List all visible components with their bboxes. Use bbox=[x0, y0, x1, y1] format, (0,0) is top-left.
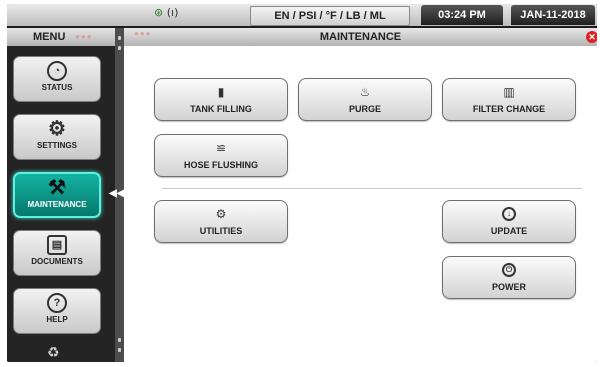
device-screen: ⊛ (ı) EN / PSI / °F / LB / ML 03:24 PM J… bbox=[7, 4, 597, 362]
button-label: TANK FILLING bbox=[190, 104, 252, 114]
status-bar: ⊛ (ı) EN / PSI / °F / LB / ML 03:24 PM J… bbox=[7, 4, 597, 26]
button-label: UPDATE bbox=[490, 226, 528, 236]
filter-change-button[interactable]: ▥ FILTER CHANGE bbox=[442, 78, 576, 121]
button-label: UTILITIES bbox=[199, 226, 243, 236]
button-label: PURGE bbox=[348, 104, 381, 114]
tank-icon: ▮ bbox=[217, 85, 225, 99]
gear-icon: ⚙ bbox=[48, 118, 66, 140]
sidebar-item-maintenance[interactable]: ⚒ MAINTENANCE bbox=[13, 172, 101, 218]
sidebar-item-status[interactable]: ◔ STATUS bbox=[13, 56, 101, 102]
button-label: HOSE FLUSHING bbox=[183, 160, 258, 170]
gauge-icon: ◔ bbox=[47, 61, 67, 81]
tools-icon: ⚒ bbox=[48, 177, 66, 199]
date-display: JAN-11-2018 bbox=[511, 5, 595, 25]
sidebar-item-label: SETTINGS bbox=[36, 141, 77, 150]
window-dots-icon: ●●● bbox=[75, 32, 93, 41]
close-icon[interactable]: ✕ bbox=[586, 31, 597, 43]
button-label: POWER bbox=[491, 282, 526, 292]
sidebar-item-label: MAINTENANCE bbox=[27, 200, 87, 209]
power-button[interactable]: ⏻ POWER bbox=[442, 256, 576, 299]
menu-title: MENU bbox=[33, 31, 66, 43]
hose-icon: ≌ bbox=[215, 141, 227, 155]
sidebar-item-label: DOCUMENTS bbox=[31, 257, 83, 266]
section-divider bbox=[162, 188, 582, 189]
utilities-icon: ⚙ bbox=[215, 207, 227, 221]
panel-header: ●●● MAINTENANCE bbox=[124, 28, 597, 46]
grip-dot bbox=[118, 338, 121, 342]
grip-dot bbox=[118, 348, 121, 352]
hose-flushing-button[interactable]: ≌ HOSE FLUSHING bbox=[154, 134, 288, 177]
collapse-arrow-icon[interactable]: ◀◀ bbox=[109, 188, 124, 199]
sidebar-item-settings[interactable]: ⚙ SETTINGS bbox=[13, 114, 101, 160]
signal-icon: (ı) bbox=[166, 6, 179, 19]
sidebar-item-help[interactable]: ? HELP bbox=[13, 288, 101, 334]
document-icon: ▤ bbox=[47, 235, 67, 255]
update-button[interactable]: ↓ UPDATE bbox=[442, 200, 576, 243]
recycle-icon[interactable]: ♻ bbox=[47, 344, 60, 361]
maintenance-panel: ▮ TANK FILLING ♨ PURGE ▥ FILTER CHANGE ≌… bbox=[124, 46, 597, 362]
power-icon: ⏻ bbox=[502, 263, 516, 277]
purge-icon: ♨ bbox=[359, 85, 371, 99]
update-icon: ↓ bbox=[502, 207, 516, 221]
sidebar-item-label: HELP bbox=[46, 315, 68, 324]
sidebar-item-documents[interactable]: ▤ DOCUMENTS bbox=[13, 230, 101, 276]
units-selector[interactable]: EN / PSI / °F / LB / ML bbox=[250, 6, 410, 26]
button-label: FILTER CHANGE bbox=[472, 104, 546, 114]
sidebar-item-label: STATUS bbox=[41, 83, 73, 92]
help-icon: ? bbox=[47, 293, 67, 313]
utilities-button[interactable]: ⚙ UTILITIES bbox=[154, 200, 288, 243]
tank-filling-button[interactable]: ▮ TANK FILLING bbox=[154, 78, 288, 121]
page-title: MAINTENANCE bbox=[319, 31, 402, 43]
network-icon: ⊛ bbox=[154, 6, 164, 19]
filter-icon: ▥ bbox=[503, 85, 515, 99]
network-status: ⊛ (ı) bbox=[154, 6, 178, 19]
menu-header: MENU ●●● bbox=[7, 28, 115, 46]
grip-dot bbox=[118, 36, 121, 40]
sidebar-menu: ◔ STATUS ⚙ SETTINGS ⚒ MAINTENANCE ▤ DOCU… bbox=[7, 46, 115, 362]
grip-dot bbox=[118, 46, 121, 50]
time-display: 03:24 PM bbox=[421, 5, 503, 25]
purge-button[interactable]: ♨ PURGE bbox=[298, 78, 432, 121]
